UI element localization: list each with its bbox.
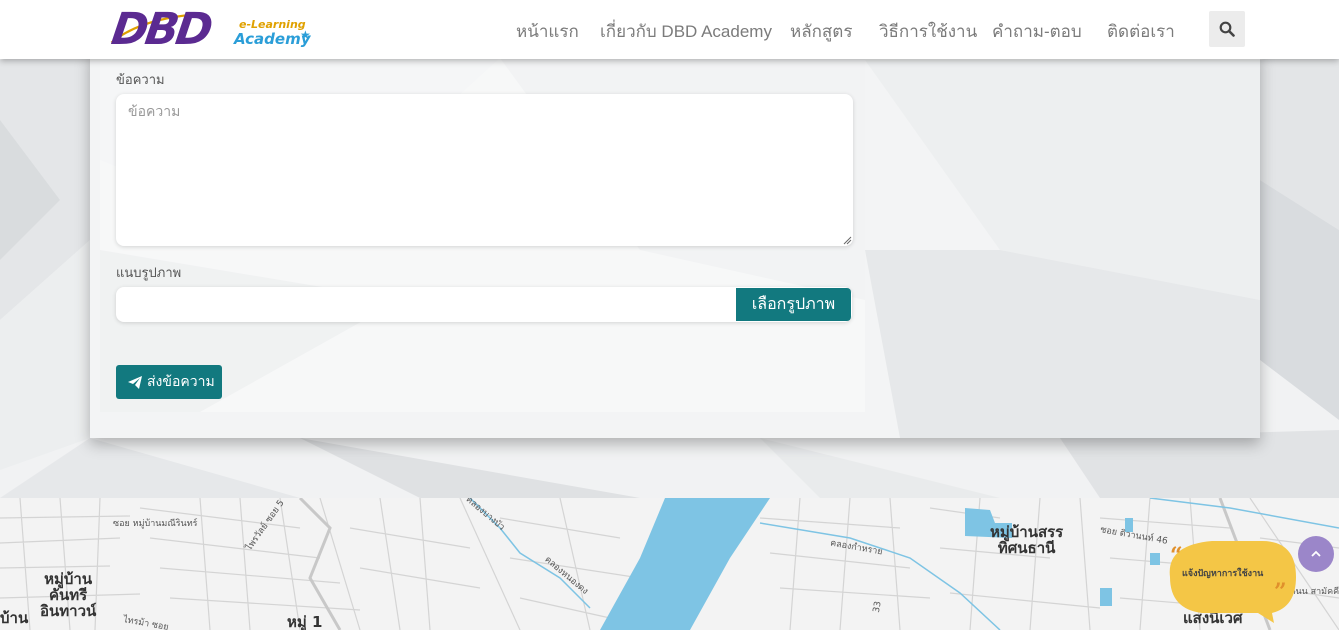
map-small-label: ซอย หมู่บ้านมณีรินทร์ — [113, 519, 198, 529]
choose-image-button[interactable]: เลือกรูปภาพ — [736, 288, 851, 321]
send-message-label: ส่งข้อความ — [147, 373, 215, 389]
map-streets — [0, 498, 1339, 630]
svg-text:”: ” — [1274, 579, 1287, 605]
nav-item-home[interactable]: หน้าแรก — [516, 18, 579, 45]
top-navbar: DBD e-Learning Academy ★ หน้าแรก เกี่ยวก… — [0, 0, 1339, 59]
send-message-button[interactable]: ส่งข้อความ — [116, 365, 222, 399]
chevron-up-icon — [1311, 550, 1321, 557]
nav-item-contact[interactable]: ติดต่อเรา — [1107, 18, 1175, 45]
nav-item-how-to[interactable]: วิธีการใช้งาน — [879, 18, 977, 45]
scroll-to-top-button[interactable] — [1298, 536, 1334, 572]
message-label: ข้อความ — [116, 72, 165, 87]
paper-plane-icon — [128, 375, 142, 389]
search-icon — [1219, 21, 1235, 37]
report-problem-bubble[interactable]: “ ” — [1162, 537, 1298, 623]
resize-handle-icon[interactable] — [843, 236, 852, 245]
main-nav: หน้าแรก เกี่ยวกับ DBD Academy หลักสูตร ว… — [0, 0, 1339, 59]
svg-text:“: “ — [1170, 543, 1183, 569]
report-problem-label[interactable]: แจ้งปัญหาการใช้งาน — [1182, 566, 1263, 580]
search-button[interactable] — [1209, 11, 1245, 47]
nav-item-about[interactable]: เกี่ยวกับ DBD Academy — [600, 18, 772, 45]
map-label-ban: บ้าน — [0, 609, 29, 627]
attach-image-label: แนบรูปภาพ — [116, 265, 182, 280]
message-textarea[interactable] — [116, 94, 853, 246]
location-map[interactable]: หมู่บ้าน คันทรี อินทาวน์ หมู่ 1 หมู่บ้าน… — [0, 498, 1339, 630]
nav-item-faq[interactable]: คำถาม-ตอบ — [992, 18, 1082, 45]
nav-item-courses[interactable]: หลักสูตร — [790, 18, 852, 45]
map-small-label: 33 — [871, 600, 884, 614]
map-label-moo-1: หมู่ 1 — [287, 613, 323, 630]
map-label-village-country-in-town: หมู่บ้าน คันทรี อินทาวน์ — [40, 570, 97, 620]
map-label-village-santhisan: หมู่บ้านสรร ทิศนธานี — [990, 523, 1064, 557]
